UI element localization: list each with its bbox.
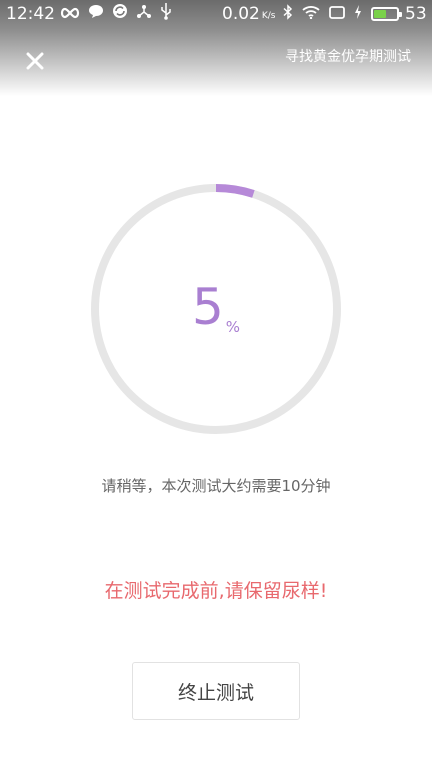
battery-icon (371, 7, 402, 21)
status-bar: 12:42 0.02 K/s 53 (0, 0, 432, 28)
warning-message: 在测试完成前,请保留尿样! (104, 580, 328, 602)
progress-number: 5 (191, 278, 224, 336)
battery-percentage: 53 (405, 4, 427, 24)
close-icon (26, 52, 44, 70)
progress-value: 5% (90, 183, 342, 435)
stop-test-button[interactable]: 终止测试 (132, 662, 300, 720)
network-speed-value: 0.02 (222, 4, 260, 24)
battery-fill (374, 10, 386, 18)
network-speed-unit: K/s (261, 11, 276, 21)
wifi-icon (302, 5, 320, 23)
close-button[interactable] (18, 44, 52, 78)
screen-icon (329, 5, 345, 23)
battery-tip (399, 12, 402, 17)
status-system-icons (283, 4, 402, 24)
status-notification-icons (60, 3, 172, 25)
share-icon (136, 3, 152, 25)
progress-unit: % (225, 318, 241, 336)
sync-app-icon (112, 3, 128, 25)
chat-bubble-icon (88, 3, 104, 25)
status-time: 12:42 (6, 4, 55, 24)
charging-icon (354, 5, 362, 23)
progress-ring: 5% (90, 183, 342, 435)
infinity-icon (60, 3, 80, 25)
network-speed: 0.02 K/s (222, 3, 275, 25)
page-title: 寻找黄金优孕期测试 (285, 49, 411, 65)
usb-icon (160, 2, 172, 26)
bluetooth-icon (283, 4, 293, 24)
wait-message: 请稍等，本次测试大约需要10分钟 (101, 477, 331, 495)
